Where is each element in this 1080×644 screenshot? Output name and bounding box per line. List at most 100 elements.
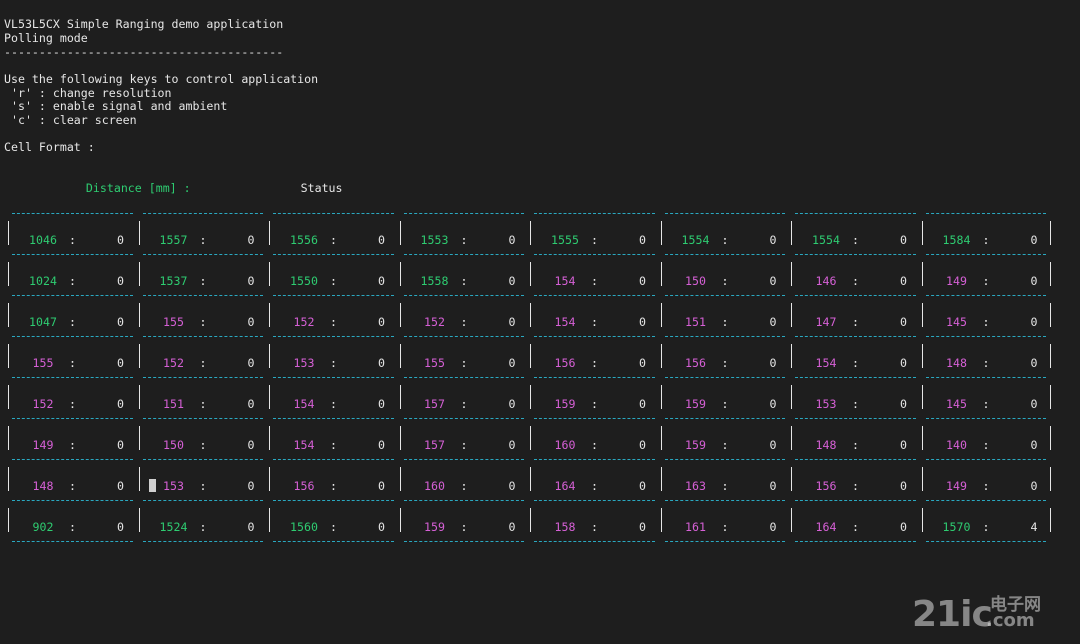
grid-separator (925, 418, 1046, 419)
grid-cell-border (921, 344, 923, 368)
grid-separator (795, 336, 916, 337)
cell-status: 0 (378, 397, 385, 411)
cell-distance: 149 (946, 479, 967, 493)
grid-separator (273, 418, 394, 419)
grid-separator (534, 213, 655, 214)
grid-cell-border (1050, 385, 1051, 409)
cell-status: 0 (1030, 438, 1038, 452)
cell-separator: : (199, 479, 207, 493)
grid-separator (795, 541, 916, 542)
grid-separator (273, 213, 394, 214)
cell-separator: : (852, 397, 859, 411)
cell-status: 0 (378, 274, 385, 288)
grid-cell-border (269, 221, 270, 245)
grid-separator (403, 459, 524, 460)
grid-separator (795, 377, 916, 378)
text-cursor (148, 479, 156, 492)
grid-cell-border (1050, 262, 1051, 286)
cell-separator: : (852, 356, 859, 370)
cell-status: 0 (247, 356, 255, 370)
cell-status: 0 (247, 315, 255, 329)
grid-cell-border (791, 221, 792, 245)
grid-cell-border (530, 426, 531, 450)
cell-distance: 150 (685, 274, 706, 288)
grid-separator (273, 459, 394, 460)
cell-distance: 140 (946, 438, 967, 452)
cell-distance: 155 (32, 356, 54, 370)
cell-distance: 156 (685, 356, 706, 370)
cell-separator: : (721, 315, 729, 329)
cell-status: 0 (247, 520, 255, 534)
grid-separator (534, 295, 655, 296)
cell-separator: : (852, 438, 859, 452)
cell-status: 0 (508, 438, 516, 452)
cell-separator: : (460, 356, 468, 370)
cell-separator: : (330, 233, 337, 247)
cell-separator: : (199, 520, 207, 534)
grid-separator (273, 541, 394, 542)
cell-distance: 1554 (681, 233, 710, 247)
cell-distance: 149 (32, 438, 54, 452)
grid-separator (142, 254, 263, 255)
cell-status: 0 (1030, 274, 1038, 288)
grid-cell-border (530, 262, 531, 286)
grid-cell-border (138, 344, 140, 368)
grid-cell-border (530, 303, 531, 327)
cell-distance: 155 (424, 356, 445, 370)
cell-status: 0 (639, 274, 646, 288)
grid-separator (534, 336, 655, 337)
cell-distance: 156 (554, 356, 576, 370)
cell-status: 0 (508, 356, 516, 370)
cell-status: 0 (639, 315, 646, 329)
cell-status: 0 (508, 274, 516, 288)
cell-separator: : (591, 315, 598, 329)
cell-distance: 153 (163, 479, 184, 493)
cell-separator: : (852, 233, 859, 247)
grid-cell-border (921, 303, 923, 327)
grid-cell-border (791, 385, 792, 409)
grid-separator (664, 213, 785, 214)
cell-status: 0 (769, 315, 777, 329)
cell-distance: 159 (424, 520, 445, 534)
grid-cell-border (530, 467, 531, 491)
cell-separator: : (330, 315, 337, 329)
cell-status: 0 (769, 274, 777, 288)
grid-separator (795, 418, 916, 419)
grid-cell-border (8, 426, 9, 450)
grid-cell-border (269, 262, 270, 286)
grid-cell-border (660, 344, 662, 368)
cell-distance: 1537 (159, 274, 188, 288)
cell-distance: 148 (946, 356, 967, 370)
cell-status: 0 (900, 438, 907, 452)
cell-status: 0 (247, 397, 255, 411)
grid-cell-border (138, 385, 140, 409)
cell-separator: : (460, 438, 468, 452)
cell-distance: 164 (815, 520, 837, 534)
grid-cell-border (791, 426, 792, 450)
grid-cell-border (399, 508, 401, 532)
cell-separator: : (460, 315, 468, 329)
grid-separator (142, 295, 263, 296)
cell-distance: 154 (554, 274, 576, 288)
grid-cell-border (921, 262, 923, 286)
grid-separator (925, 377, 1046, 378)
cell-separator: : (199, 397, 207, 411)
watermark-suffix: .com (986, 610, 1035, 631)
grid-separator (925, 500, 1046, 501)
cell-status: 0 (247, 274, 255, 288)
cell-status: 0 (1030, 479, 1038, 493)
cell-status: 0 (769, 438, 777, 452)
cell-distance: 159 (685, 397, 706, 411)
grid-cell-border (530, 508, 531, 532)
grid-separator (925, 295, 1046, 296)
terminal-window[interactable]: VL53L5CX Simple Ranging demo application… (0, 0, 1080, 644)
cell-distance: 1556 (290, 233, 318, 247)
grid-cell-border (138, 262, 140, 286)
cell-distance: 154 (554, 315, 576, 329)
cell-distance: 1557 (159, 233, 188, 247)
cell-status: 0 (900, 315, 907, 329)
grid-cell-border (8, 508, 9, 532)
cell-separator: : (721, 438, 729, 452)
grid-cell-border (138, 426, 140, 450)
cell-separator: : (982, 315, 990, 329)
